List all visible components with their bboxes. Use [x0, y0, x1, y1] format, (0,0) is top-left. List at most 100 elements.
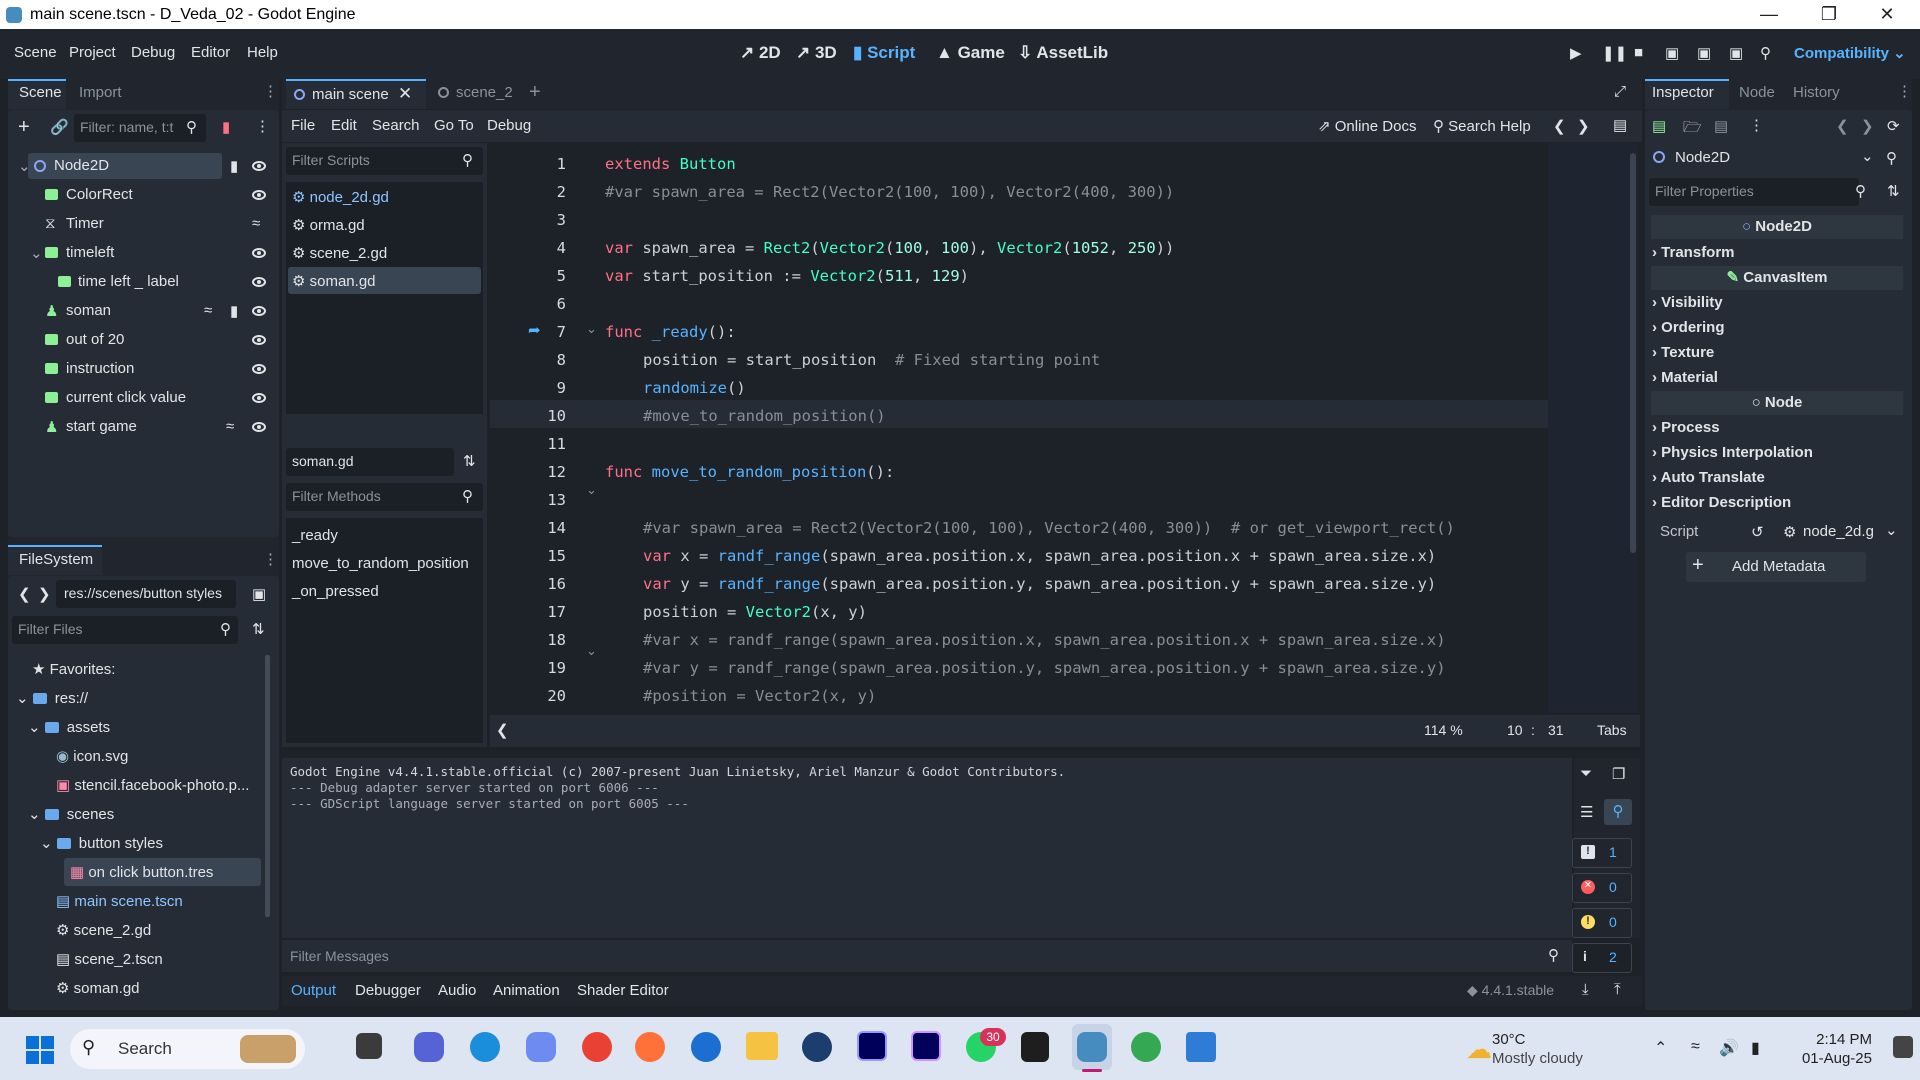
visibility-eye-icon[interactable] — [252, 190, 266, 200]
tree-row-out-of-20[interactable]: out of 20 — [16, 331, 266, 357]
zoom-level[interactable]: 114 % — [1424, 722, 1463, 738]
battery-icon[interactable]: ▮ — [1751, 1038, 1760, 1058]
signal-icon[interactable]: ≈ — [226, 418, 234, 435]
teams-icon[interactable] — [414, 1032, 444, 1062]
category-visibility[interactable]: › Visibility — [1652, 294, 1723, 311]
movie-maker-icon[interactable]: ⚲ — [1760, 44, 1771, 62]
visibility-eye-icon[interactable] — [252, 335, 266, 345]
script-item-orma[interactable]: ⚙ orma.gd — [292, 216, 365, 234]
dock-menu-icon[interactable]: ⋮ — [263, 82, 278, 100]
script-menu-search[interactable]: Search — [372, 117, 420, 134]
script-menu-edit[interactable]: Edit — [331, 117, 357, 134]
workspace-2d[interactable]: ↗ 2D — [740, 43, 781, 63]
filter-files-input[interactable]: Filter Files — [12, 616, 238, 644]
play-custom-scene-icon[interactable]: ▣ — [1729, 44, 1743, 62]
tree-row-colorrect[interactable]: ColorRect — [16, 186, 266, 212]
history-icon[interactable]: ⟳ — [1887, 117, 1900, 135]
tree-row-node2d[interactable]: ⌄ Node2D ▮ — [16, 157, 266, 183]
tab-animation[interactable]: Animation — [493, 982, 560, 999]
windows-start-icon[interactable] — [26, 1036, 54, 1064]
fs-favorites[interactable]: ★ Favorites: — [32, 660, 115, 678]
sort-methods-icon[interactable]: ⇅ — [463, 452, 476, 470]
path-field[interactable]: res://scenes/button styles — [56, 580, 236, 608]
close-window-icon[interactable]: ✕ — [1858, 0, 1916, 29]
visibility-eye-icon[interactable] — [252, 306, 266, 316]
back-arrow-icon[interactable]: ❮ — [18, 585, 31, 603]
filter-search-icon[interactable]: ⚲ — [1604, 799, 1632, 825]
tree-row-time-left-label[interactable]: time left _ label — [16, 273, 266, 299]
category-ordering[interactable]: › Ordering — [1652, 319, 1725, 336]
fs-file-scene2-tscn[interactable]: ▤ scene_2.tscn — [56, 950, 163, 968]
taskbar-search-box[interactable]: ⚲ Search — [70, 1029, 305, 1069]
weather-temp[interactable]: 30°C — [1492, 1031, 1526, 1048]
method-item-ready[interactable]: _ready — [292, 527, 338, 544]
tree-row-instruction[interactable]: instruction — [16, 360, 266, 386]
code-editor[interactable]: ➦ ⌄ ⌄ ⌄ 1 2 3 4 5 6 7 8 9 10 11 12 13 14… — [490, 143, 1640, 713]
scene-menu-icon[interactable]: ⋮ — [255, 117, 270, 135]
menu-editor[interactable]: Editor — [191, 44, 230, 61]
category-editor-description[interactable]: › Editor Description — [1652, 494, 1791, 511]
previous-object-icon[interactable]: ❮ — [1836, 117, 1849, 135]
script-attached-icon[interactable]: ▮ — [230, 157, 238, 175]
attach-script-icon[interactable]: ▮ — [222, 118, 230, 136]
script-item-soman[interactable]: ⚙ soman.gd — [292, 272, 376, 290]
tab-debugger[interactable]: Debugger — [355, 982, 421, 999]
split-mode-icon[interactable]: ▣ — [252, 585, 266, 603]
visibility-eye-icon[interactable] — [252, 393, 266, 403]
task-view-icon[interactable] — [356, 1033, 382, 1059]
distraction-free-icon[interactable]: ⤢ — [1614, 83, 1626, 100]
file-explorer-icon[interactable] — [746, 1032, 778, 1060]
filter-methods-input[interactable]: Filter Methods — [286, 483, 483, 511]
code-minimap[interactable] — [1548, 143, 1638, 713]
next-object-icon[interactable]: ❯ — [1861, 117, 1874, 135]
collapse-icon[interactable]: ☰ — [1580, 803, 1593, 821]
photos-icon[interactable] — [1186, 1032, 1216, 1062]
script-item-node2d[interactable]: ⚙ node_2d.gd — [292, 188, 389, 206]
wifi-icon[interactable]: ≈ — [1691, 1038, 1700, 1056]
info-count-badge[interactable]: i2 — [1572, 943, 1632, 973]
warning-count-badge[interactable]: ! 0 — [1572, 908, 1632, 938]
script-menu-goto[interactable]: Go To — [434, 117, 474, 134]
tree-row-soman[interactable]: ♟ soman ≈ ▮ — [16, 302, 266, 328]
chrome-profile-icon[interactable] — [1131, 1032, 1161, 1062]
forward-arrow-icon[interactable]: ❯ — [38, 585, 51, 603]
visibility-eye-icon[interactable] — [252, 277, 266, 287]
menu-debug[interactable]: Debug — [131, 44, 175, 61]
save-icon[interactable]: ▤ — [1714, 117, 1728, 135]
play-scene-icon[interactable]: ▣ — [1697, 44, 1711, 62]
godot-icon[interactable] — [1077, 1032, 1107, 1062]
visibility-eye-icon[interactable] — [252, 364, 266, 374]
visibility-eye-icon[interactable] — [252, 161, 266, 171]
weather-desc[interactable]: Mostly cloudy — [1492, 1050, 1583, 1067]
dock-menu-icon[interactable]: ⋮ — [263, 550, 278, 568]
firefox-icon[interactable] — [635, 1032, 665, 1062]
tab-main-scene[interactable]: main scene ✕ — [286, 79, 426, 109]
tree-row-timeleft[interactable]: ⌄ timeleft — [16, 244, 266, 270]
message-count-badge[interactable]: ! 1 — [1572, 838, 1632, 868]
next-script-icon[interactable]: ❯ — [1577, 117, 1590, 135]
visibility-eye-icon[interactable] — [252, 422, 266, 432]
fs-scrollbar[interactable] — [265, 655, 270, 917]
tab-import[interactable]: Import — [79, 84, 122, 101]
visibility-eye-icon[interactable] — [252, 248, 266, 258]
tab-audio[interactable]: Audio — [438, 982, 476, 999]
minimize-icon[interactable]: — — [1740, 0, 1798, 29]
app-icon[interactable] — [802, 1032, 832, 1062]
tab-shader-editor[interactable]: Shader Editor — [577, 982, 669, 999]
object-selector[interactable]: Node2D ⌄ — [1651, 146, 1886, 170]
signal-icon[interactable]: ≈ — [204, 302, 212, 319]
notification-center-icon[interactable] — [1893, 1036, 1913, 1058]
signal-icon[interactable]: ≈ — [252, 215, 260, 232]
filter-properties-input[interactable]: Filter Properties — [1649, 178, 1859, 206]
chevron-up-icon[interactable]: ⌃ — [1654, 1038, 1667, 1058]
category-material[interactable]: › Material — [1652, 369, 1718, 386]
dock-menu-icon[interactable]: ⋮ — [1897, 82, 1912, 100]
reset-icon[interactable]: ↺ — [1751, 523, 1764, 541]
tree-row-timer[interactable]: ⧖ Timer ≈ — [16, 215, 266, 241]
tab-scene-2[interactable]: scene_2 — [436, 79, 526, 109]
remote-debug-icon[interactable]: ▣ — [1665, 44, 1679, 62]
pause-icon[interactable]: ❚❚ — [1602, 44, 1627, 62]
tree-row-current-click-value[interactable]: current click value — [16, 389, 266, 415]
category-transform[interactable]: › Transform — [1652, 244, 1735, 261]
object-tools-icon[interactable]: ⚲ — [1886, 149, 1897, 167]
